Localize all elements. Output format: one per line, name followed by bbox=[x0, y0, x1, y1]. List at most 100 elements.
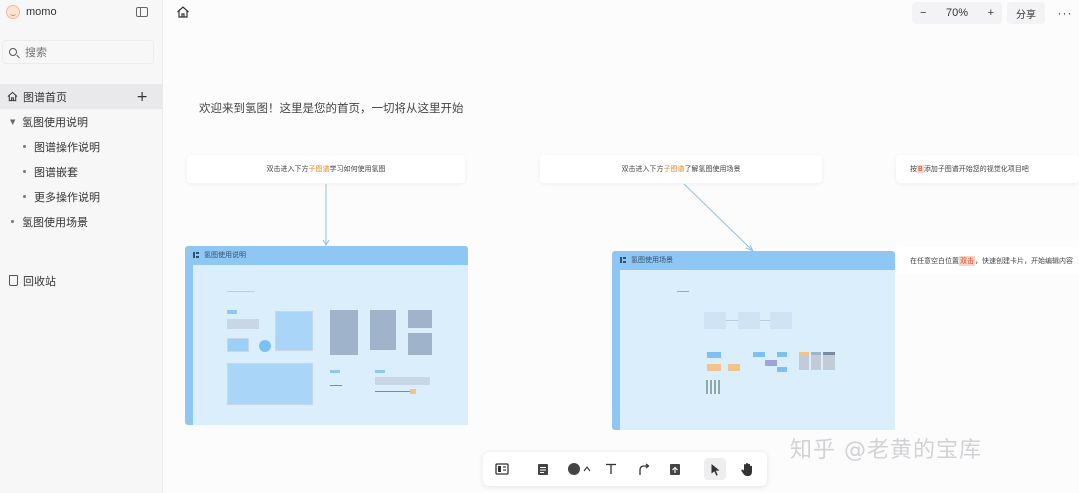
subgraph-card-usage-guide[interactable]: 氢图使用说明 bbox=[185, 246, 468, 425]
sidebar-item-label: 图谱首页 bbox=[23, 90, 67, 104]
card-title: 氢图使用场景 bbox=[631, 256, 673, 264]
add-graph-button[interactable]: + bbox=[136, 90, 148, 104]
zoom-out-button[interactable]: − bbox=[920, 7, 926, 19]
preview-block bbox=[227, 319, 259, 329]
sidebar-item-label: 氢图使用说明 bbox=[22, 115, 88, 129]
share-button[interactable]: 分享 bbox=[1007, 2, 1045, 24]
preview-line bbox=[726, 320, 738, 321]
card-preview bbox=[193, 265, 468, 425]
preview-circle bbox=[259, 340, 271, 352]
zoom-level[interactable]: 70% bbox=[946, 7, 968, 19]
bottom-toolbar bbox=[483, 452, 767, 486]
preview-line bbox=[677, 291, 689, 292]
sidebar-item-home[interactable]: 图谱首页 + bbox=[0, 84, 162, 109]
preview-block bbox=[811, 352, 821, 370]
sidebar-item-trash[interactable]: 回收站 bbox=[0, 268, 162, 293]
sidebar-item-scenarios[interactable]: 氢图使用场景 bbox=[0, 209, 162, 234]
text-icon[interactable] bbox=[602, 460, 620, 478]
zoom-control: − 70% + bbox=[912, 2, 1002, 24]
sidebar-item-more-ops[interactable]: 更多操作说明 bbox=[0, 184, 162, 209]
sidebar-toggle-icon[interactable] bbox=[136, 7, 148, 17]
arrow-head bbox=[322, 239, 330, 246]
hint-text: 了解氢图使用场景 bbox=[684, 165, 741, 173]
subgraph-card-scenarios[interactable]: 氢图使用场景 bbox=[612, 251, 895, 430]
hint-card-4[interactable]: 在任意空白位置 双击 ，快速创建卡片，开始编辑内容 bbox=[896, 247, 1079, 275]
preview-line bbox=[760, 320, 770, 321]
hint-keyword: B bbox=[917, 165, 924, 173]
preview-block bbox=[704, 312, 726, 329]
card-header: 氢图使用说明 bbox=[185, 246, 468, 264]
preview-block bbox=[370, 310, 396, 350]
preview-block bbox=[770, 312, 792, 329]
note-icon[interactable] bbox=[534, 460, 552, 478]
bullet-icon bbox=[23, 170, 26, 173]
preview-block bbox=[823, 352, 835, 370]
app-name: momo bbox=[26, 6, 57, 18]
hand-icon[interactable] bbox=[738, 460, 756, 478]
caret-down-icon[interactable]: ▼ bbox=[10, 118, 18, 126]
sidebar: momo 图谱首页 + ▼ 氢图使用说明 图谱操作说明 图谱嵌套 更多操作说明 bbox=[0, 0, 163, 493]
upload-icon[interactable] bbox=[666, 460, 684, 478]
sidebar-item-label: 图谱嵌套 bbox=[34, 165, 78, 179]
preview-block bbox=[330, 310, 358, 355]
shape-icon[interactable] bbox=[565, 460, 595, 478]
hint-text: 双击进入下方 bbox=[621, 165, 664, 173]
preview-block bbox=[227, 338, 249, 352]
sidebar-item-nesting[interactable]: 图谱嵌套 bbox=[0, 159, 162, 184]
pointer-icon[interactable] bbox=[704, 458, 726, 480]
subgraph-icon bbox=[193, 252, 199, 258]
sidebar-item-usage-guide[interactable]: ▼ 氢图使用说明 bbox=[0, 109, 162, 134]
subgraph-icon bbox=[620, 257, 626, 263]
bullet-icon bbox=[11, 220, 14, 223]
preview-block bbox=[330, 370, 340, 373]
preview-block bbox=[765, 360, 777, 366]
sidebar-nav: 图谱首页 + ▼ 氢图使用说明 图谱操作说明 图谱嵌套 更多操作说明 氢图使用场… bbox=[0, 84, 162, 234]
preview-block bbox=[375, 377, 430, 385]
connector-line[interactable] bbox=[683, 183, 753, 251]
zoom-in-button[interactable]: + bbox=[988, 7, 994, 19]
card-header: 氢图使用场景 bbox=[612, 251, 895, 269]
preview-line bbox=[330, 385, 342, 386]
preview-block bbox=[738, 312, 760, 329]
sidebar-header: momo bbox=[0, 0, 162, 24]
preview-block bbox=[375, 370, 385, 373]
hint-keyword: 子图谱 bbox=[308, 165, 330, 173]
hint-keyword: 子图谱 bbox=[663, 165, 685, 173]
preview-block bbox=[728, 364, 740, 371]
avatar[interactable] bbox=[6, 5, 20, 19]
hint-text: 学习如何使用氢图 bbox=[329, 165, 386, 173]
welcome-text[interactable]: 欢迎来到氢图！这里是您的首页，一切将从这里开始 bbox=[199, 100, 464, 116]
bullet-icon bbox=[23, 145, 26, 148]
bullet-icon bbox=[23, 195, 26, 198]
search-input[interactable] bbox=[25, 45, 135, 59]
hint-card-2[interactable]: 双击进入下方 子图谱 了解氢图使用场景 bbox=[540, 155, 822, 183]
hint-card-1[interactable]: 双击进入下方 子图谱 学习如何使用氢图 bbox=[187, 155, 465, 183]
preview-block bbox=[777, 367, 787, 372]
preview-block bbox=[777, 352, 787, 357]
preview-block bbox=[707, 352, 721, 358]
preview-block bbox=[410, 389, 416, 394]
preview-block bbox=[408, 333, 432, 355]
card-title: 氢图使用说明 bbox=[204, 251, 246, 259]
sidebar-item-label: 更多操作说明 bbox=[34, 190, 100, 204]
hint-keyword: 双击 bbox=[959, 256, 975, 266]
qr-code-icon bbox=[706, 380, 720, 394]
layout-icon[interactable] bbox=[493, 460, 511, 478]
preview-block bbox=[275, 311, 313, 351]
sidebar-item-label: 图谱操作说明 bbox=[34, 140, 100, 154]
search-box[interactable] bbox=[2, 40, 154, 64]
connector-icon[interactable] bbox=[635, 460, 653, 478]
more-options-button[interactable]: ··· bbox=[1052, 2, 1078, 24]
search-icon bbox=[9, 48, 17, 56]
watermark: 知乎 @老黄的宝库 bbox=[790, 438, 982, 463]
home-icon[interactable] bbox=[176, 5, 190, 19]
trash-icon bbox=[9, 275, 18, 286]
hint-card-3[interactable]: 按 B 添加子图谱开始您的视觉化项目吧 bbox=[896, 155, 1079, 183]
preview-line bbox=[375, 391, 415, 392]
preview-line bbox=[227, 291, 255, 292]
preview-block bbox=[408, 310, 432, 328]
sidebar-item-label: 氢图使用场景 bbox=[22, 215, 88, 229]
sidebar-item-label: 回收站 bbox=[23, 274, 56, 288]
sidebar-item-operations[interactable]: 图谱操作说明 bbox=[0, 134, 162, 159]
preview-block bbox=[227, 310, 237, 314]
